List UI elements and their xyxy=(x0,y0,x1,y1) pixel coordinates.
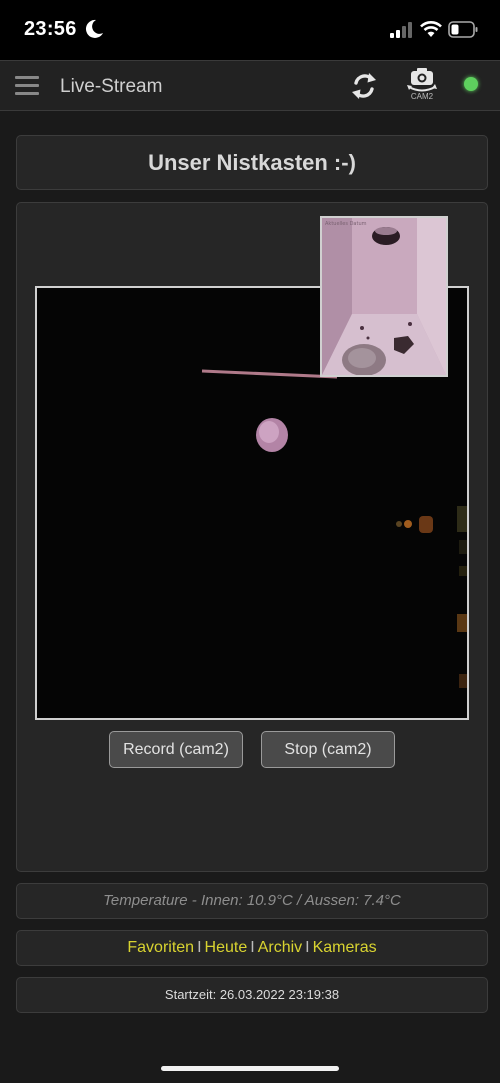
temperature-panel: Temperature - Innen: 10.9°C / Aussen: 7.… xyxy=(16,883,488,919)
wifi-icon xyxy=(420,21,442,37)
link-bar: Favoriten I Heute I Archiv I Kameras xyxy=(17,931,487,965)
moon-icon xyxy=(85,19,103,38)
link-kameras[interactable]: Kameras xyxy=(313,939,377,956)
start-time-panel: Startzeit: 26.03.2022 23:19:38 xyxy=(16,977,488,1013)
link-heute[interactable]: Heute xyxy=(205,939,248,956)
camera-label: CAM2 xyxy=(410,92,434,101)
link-favoriten[interactable]: Favoriten xyxy=(127,939,194,956)
start-time-text: Startzeit: 26.03.2022 23:19:38 xyxy=(164,987,340,1002)
temperature-text: Temperature - Innen: 10.9°C / Aussen: 7.… xyxy=(103,892,401,909)
pip-overlay-text: Aktuelles Datum xyxy=(325,221,367,227)
clock: 23:56 xyxy=(24,18,77,40)
title-panel: Unser Nistkasten :-) xyxy=(16,135,488,190)
pip-stream-image: Aktuelles Datum xyxy=(322,218,446,375)
picture-in-picture-stream[interactable]: Aktuelles Datum xyxy=(320,216,448,377)
camera-switch-button[interactable]: CAM2 xyxy=(402,66,442,108)
nav-title: Live-Stream xyxy=(60,76,163,97)
status-bar: 23:56 xyxy=(0,0,500,60)
link-separator: I xyxy=(250,939,255,956)
camera-switch-icon xyxy=(407,68,437,92)
link-separator: I xyxy=(305,939,310,956)
stop-button[interactable]: Stop (cam2) xyxy=(261,731,395,768)
links-panel: Favoriten I Heute I Archiv I Kameras xyxy=(16,930,488,966)
refresh-icon[interactable] xyxy=(348,70,380,102)
battery-icon xyxy=(448,21,478,38)
record-button[interactable]: Record (cam2) xyxy=(109,731,243,768)
top-nav-bar: Live-Stream CAM2 xyxy=(0,60,500,111)
page-title: Unser Nistkasten :-) xyxy=(148,150,356,175)
signal-icon xyxy=(390,22,412,38)
link-separator: I xyxy=(197,939,202,956)
link-archiv[interactable]: Archiv xyxy=(258,939,302,956)
connection-status-dot xyxy=(464,77,478,91)
menu-icon[interactable] xyxy=(15,76,39,98)
home-indicator[interactable] xyxy=(161,1066,339,1071)
